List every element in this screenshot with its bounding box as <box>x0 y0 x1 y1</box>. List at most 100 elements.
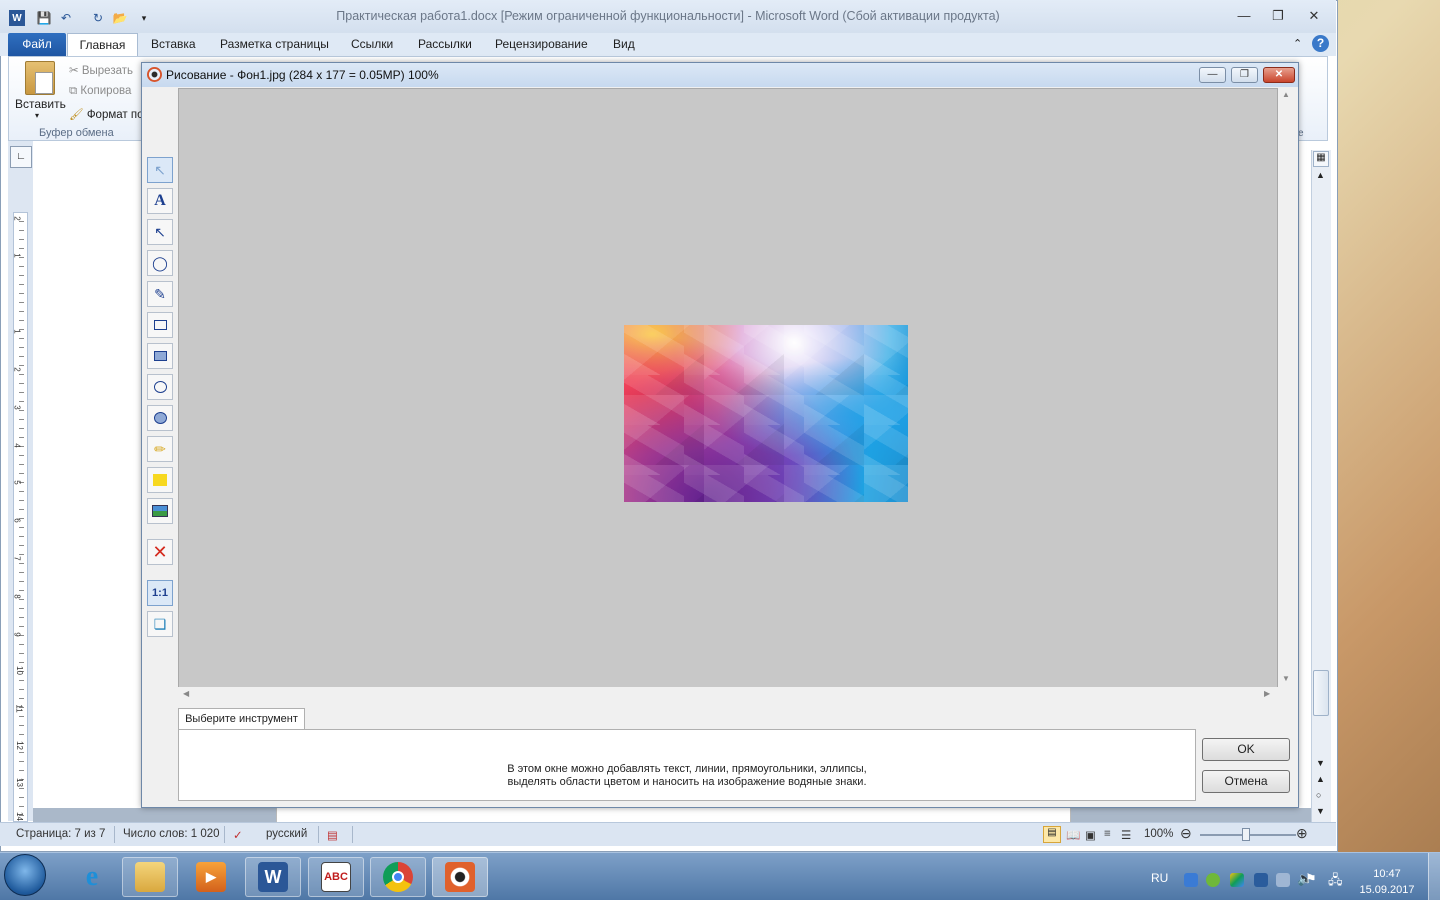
macro-icon[interactable]: ▤ <box>327 828 338 842</box>
tab-view[interactable]: Вид <box>613 37 635 51</box>
page-gap <box>33 808 276 822</box>
canvas-scroll-up-icon[interactable]: ▲ <box>1282 90 1290 99</box>
tab-page-layout[interactable]: Разметка страницы <box>220 37 329 51</box>
reading-layout-icon[interactable]: 📖 <box>1066 828 1080 842</box>
clock[interactable]: 10:47 15.09.2017 <box>1352 866 1422 898</box>
show-desktop-button[interactable] <box>1428 853 1440 900</box>
device-icon[interactable] <box>1276 873 1290 887</box>
tab-mailings[interactable]: Рассылки <box>418 37 472 51</box>
canvas-scroll-right-icon[interactable]: ▶ <box>1264 689 1270 698</box>
tab-stop-selector[interactable]: ∟ <box>10 146 32 168</box>
zoom-out-icon[interactable]: ⊖ <box>1180 825 1192 842</box>
pen-tool-icon[interactable]: ✎ <box>147 281 173 307</box>
vertical-ruler[interactable] <box>13 212 28 822</box>
zoom-level[interactable]: 100% <box>1144 828 1173 840</box>
scroll-up-icon[interactable]: ▲ <box>1316 170 1325 180</box>
start-button[interactable] <box>4 854 46 896</box>
taskbar-media[interactable]: ▶ <box>183 857 239 897</box>
action-center-icon[interactable]: ⚑ <box>1305 871 1317 887</box>
word-titlebar[interactable]: W 💾 ↶ ↻ 📂 ▾ Практическая работа1.docx [Р… <box>0 0 1336 34</box>
copy-button[interactable]: ⧉ Копирова <box>69 85 131 98</box>
ruler-toggle-icon[interactable]: ▦ <box>1313 151 1329 167</box>
lasso-tool-icon[interactable]: ◯ <box>147 250 173 276</box>
eye-app-icon <box>147 67 162 82</box>
dialog-titlebar[interactable]: Рисование - Фон1.jpg (284 x 177 = 0.05MP… <box>142 63 1298 87</box>
tab-home[interactable]: Главная <box>67 33 138 57</box>
canvas-vertical-scrollbar[interactable]: ▲ ▼ <box>1278 88 1295 688</box>
taskbar-ie[interactable]: e <box>64 857 120 897</box>
ruler-number: 12 <box>14 741 24 750</box>
zoom-slider-thumb[interactable] <box>1242 828 1250 841</box>
minimize-button[interactable]: — <box>1230 8 1258 26</box>
taskbar-abc[interactable]: ABC <box>308 857 364 897</box>
ruler-number: 2 <box>12 367 22 372</box>
word-scroll-thumb[interactable] <box>1313 670 1329 716</box>
input-language[interactable]: RU <box>1151 871 1168 885</box>
ellipse-tool-icon[interactable] <box>147 374 173 400</box>
next-page-icon[interactable]: ▼ <box>1316 806 1325 816</box>
paste-label[interactable]: Вставить <box>15 97 66 111</box>
taskbar-word[interactable]: W <box>245 857 301 897</box>
draft-icon[interactable]: ☰ <box>1121 828 1131 842</box>
select-tool-icon[interactable]: ↖ <box>147 157 173 183</box>
dialog-minimize-button[interactable]: — <box>1199 67 1226 83</box>
word-vertical-scrollbar[interactable] <box>1311 150 1331 822</box>
hint-line-1: В этом окне можно добавлять текст, линии… <box>507 763 867 775</box>
drawing-canvas[interactable] <box>178 88 1278 688</box>
background-image[interactable] <box>624 325 908 502</box>
update-icon[interactable] <box>1206 873 1220 887</box>
filled-ellipse-tool-icon[interactable] <box>147 405 173 431</box>
scroll-down-icon[interactable]: ▼ <box>1316 758 1325 768</box>
cut-button[interactable]: ✂ Вырезать <box>69 63 133 77</box>
paste-icon[interactable] <box>25 61 55 95</box>
zoom-in-icon[interactable]: ⊕ <box>1296 825 1308 842</box>
outline-icon[interactable]: ≡ <box>1104 828 1111 840</box>
delete-icon[interactable]: ✕ <box>147 539 173 565</box>
prev-page-icon[interactable]: ▲ <box>1316 774 1325 784</box>
maximize-button[interactable]: ❐ <box>1264 8 1292 26</box>
dialog-close-button[interactable]: ✕ <box>1263 67 1295 83</box>
language[interactable]: русский <box>266 828 307 840</box>
collapse-ribbon-icon[interactable]: ⌃ <box>1293 37 1302 50</box>
taskbar-chrome[interactable] <box>370 857 426 897</box>
taskbar-faststone[interactable] <box>432 857 488 897</box>
tab-references[interactable]: Ссылки <box>351 37 393 51</box>
tab-review[interactable]: Рецензирование <box>495 37 588 51</box>
page-counter[interactable]: Страница: 7 из 7 <box>16 828 105 840</box>
fill-color-tool-icon[interactable] <box>147 467 173 493</box>
canvas-scroll-down-icon[interactable]: ▼ <box>1282 674 1290 683</box>
word-count[interactable]: Число слов: 1 020 <box>123 828 220 840</box>
drive-icon[interactable] <box>1230 873 1244 887</box>
browse-object-icon[interactable]: ○ <box>1316 790 1321 800</box>
filled-rectangle-tool-icon[interactable] <box>147 343 173 369</box>
actual-size-button[interactable]: 1:1 <box>147 580 173 606</box>
format-painter-button[interactable]: 🖌 Формат по <box>69 107 143 121</box>
tab-file[interactable]: Файл <box>8 33 66 56</box>
proofing-icon[interactable]: ✓ <box>233 828 243 842</box>
ruler-number: 8 <box>12 594 22 599</box>
canvas-scroll-left-icon[interactable]: ◀ <box>183 689 189 698</box>
text-tool-icon[interactable]: A <box>147 188 173 214</box>
close-button[interactable]: ✕ <box>1300 8 1328 26</box>
dialog-maximize-button[interactable]: ❐ <box>1231 67 1258 83</box>
chrome-icon <box>383 862 413 892</box>
fit-to-window-icon[interactable]: ❏ <box>147 611 173 637</box>
ok-button[interactable]: OK <box>1202 738 1290 761</box>
bluetooth-icon[interactable] <box>1184 873 1198 887</box>
watermark-tool-icon[interactable] <box>147 498 173 524</box>
paste-dropdown-icon[interactable]: ▾ <box>35 111 39 120</box>
document-page[interactable] <box>276 808 1071 822</box>
tab-select-tool[interactable]: Выберите инструмент <box>178 708 305 730</box>
taskbar-explorer[interactable] <box>122 857 178 897</box>
web-layout-icon[interactable]: ▣ <box>1085 828 1096 842</box>
network-icon[interactable]: 🖧 <box>1328 871 1343 893</box>
arrow-tool-icon[interactable]: ↖ <box>147 219 173 245</box>
highlighter-tool-icon[interactable]: ✏ <box>147 436 173 462</box>
help-icon[interactable]: ? <box>1312 35 1329 52</box>
rectangle-tool-icon[interactable] <box>147 312 173 338</box>
print-layout-icon[interactable]: ▤ <box>1043 826 1061 843</box>
canvas-horizontal-scrollbar[interactable]: ◀ ▶ <box>178 687 1278 703</box>
cancel-button[interactable]: Отмена <box>1202 770 1290 793</box>
network-app-icon[interactable] <box>1254 873 1268 887</box>
tab-insert[interactable]: Вставка <box>151 37 196 51</box>
